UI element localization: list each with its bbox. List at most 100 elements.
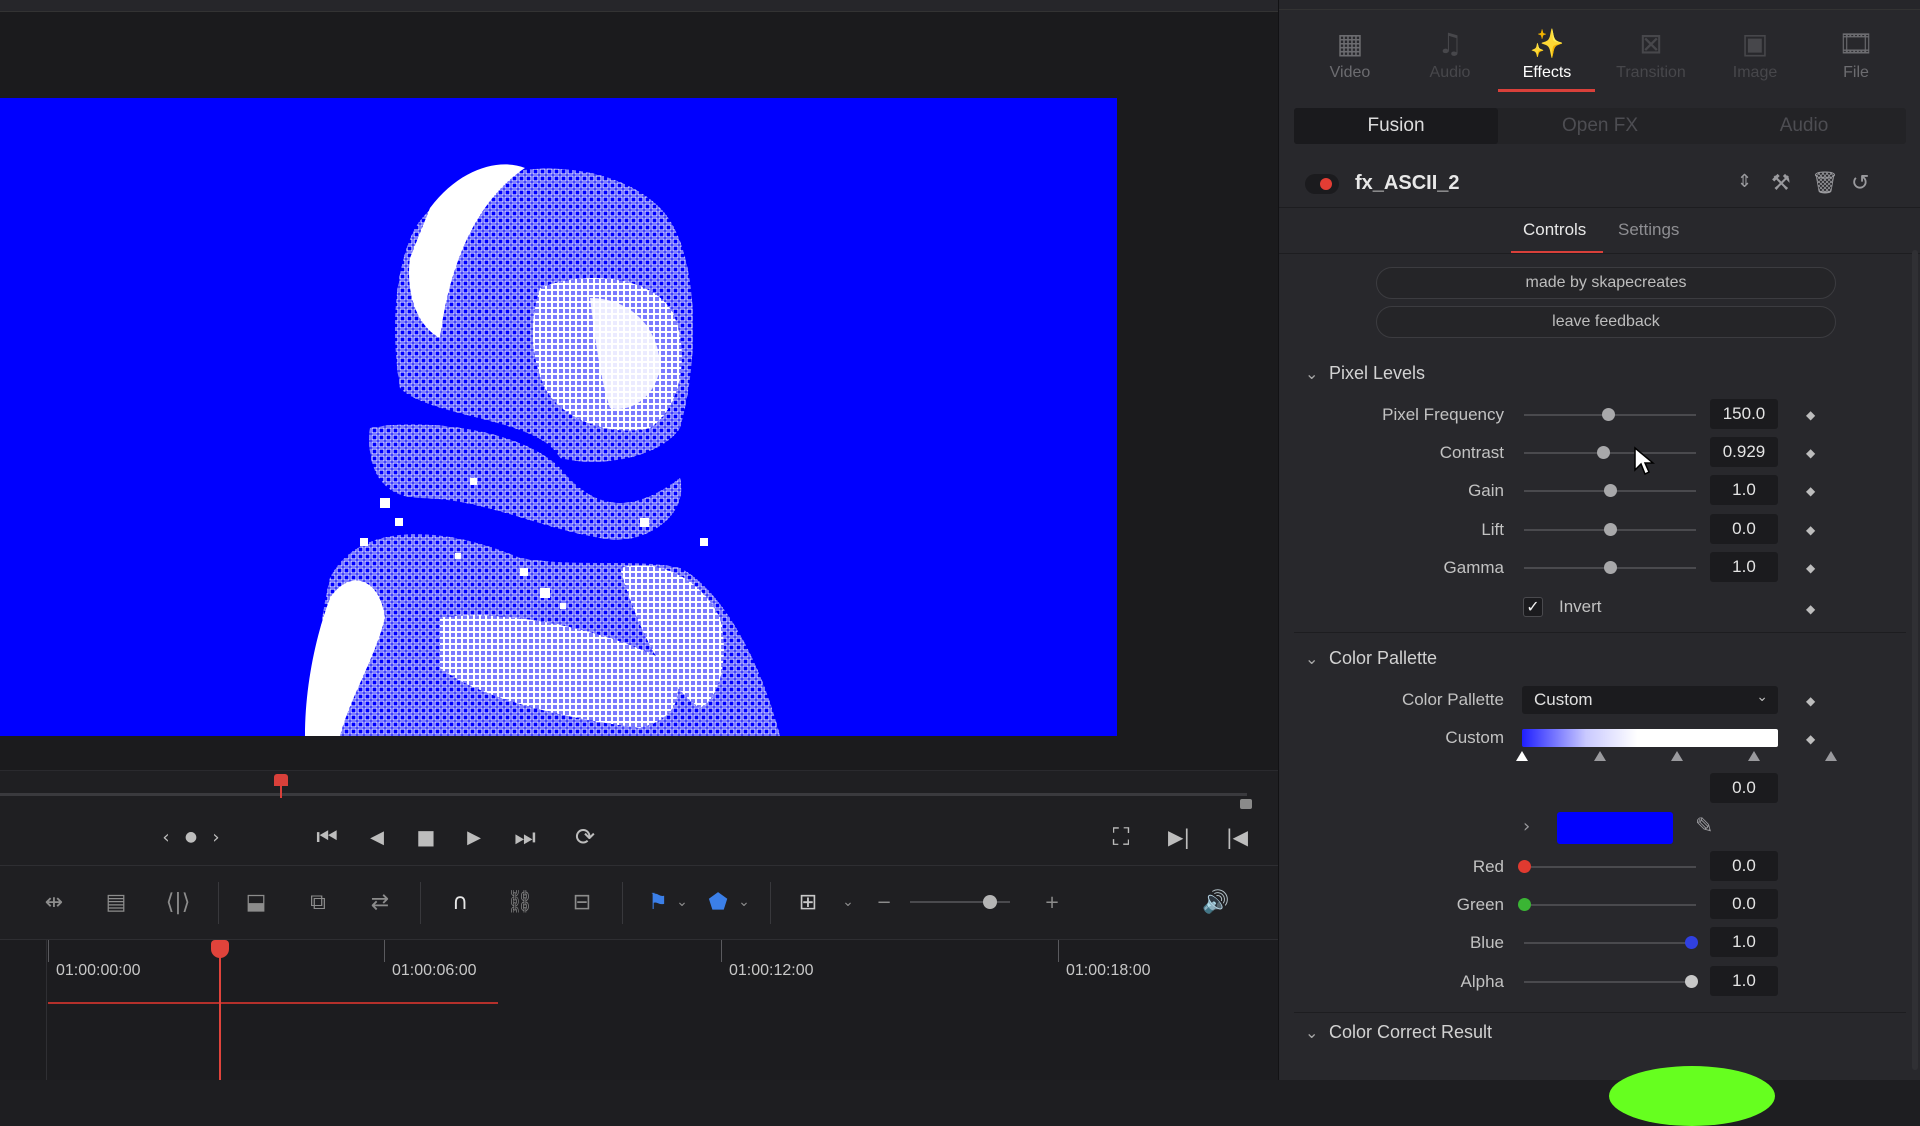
param-slider-handle[interactable] bbox=[1604, 561, 1617, 574]
tab-video[interactable]: ▦ Video bbox=[1300, 24, 1400, 92]
scrubber-playhead[interactable] bbox=[274, 774, 288, 798]
tab-settings[interactable]: Settings bbox=[1618, 220, 1679, 240]
param-value-field[interactable]: 1.0 bbox=[1710, 475, 1778, 505]
fullscreen-icon[interactable]: ⛶ bbox=[1102, 820, 1140, 854]
color-pallette-dropdown[interactable]: Custom ⌄ bbox=[1522, 686, 1778, 714]
keyframe-icon[interactable]: ◆ bbox=[1806, 602, 1815, 616]
viewer-area bbox=[0, 12, 1278, 772]
gradient-stop[interactable] bbox=[1671, 751, 1683, 761]
skip-to-end-icon[interactable]: ⏭ bbox=[506, 820, 544, 854]
timeline-playhead-line[interactable] bbox=[219, 954, 221, 1080]
subtab-fusion[interactable]: Fusion bbox=[1294, 108, 1498, 144]
param-slider-handle[interactable] bbox=[1604, 484, 1617, 497]
channel-slider-handle[interactable] bbox=[1684, 936, 1698, 949]
zoom-slider-handle[interactable] bbox=[983, 895, 997, 909]
param-slider-handle[interactable] bbox=[1604, 523, 1617, 536]
channel-slider[interactable] bbox=[1524, 981, 1696, 983]
nav-next-icon[interactable]: › bbox=[197, 820, 235, 854]
param-value-field[interactable]: 0.929 bbox=[1710, 437, 1778, 467]
keyframe-icon[interactable]: ◆ bbox=[1806, 523, 1815, 537]
skip-to-start-icon[interactable]: ⏮ bbox=[308, 820, 346, 854]
channel-slider[interactable] bbox=[1524, 942, 1696, 944]
tab-controls[interactable]: Controls bbox=[1523, 220, 1586, 240]
section-pixel-levels[interactable]: ⌄ Pixel Levels bbox=[1305, 363, 1425, 384]
slip-icon[interactable]: ⟨|⟩ bbox=[156, 884, 200, 920]
section-color-pallette[interactable]: ⌄ Color Pallette bbox=[1305, 648, 1437, 669]
subtab-audio[interactable]: Audio bbox=[1702, 108, 1906, 144]
invert-checkbox[interactable]: ✓ bbox=[1523, 597, 1543, 617]
gradient-stop[interactable] bbox=[1748, 751, 1760, 761]
zoom-out-icon[interactable]: − bbox=[862, 884, 906, 920]
channel-value-field[interactable]: 0.0 bbox=[1710, 851, 1778, 881]
loop-icon[interactable]: ⟳ bbox=[566, 820, 604, 854]
step-back-icon[interactable]: ◀ bbox=[358, 820, 396, 854]
marker-dropdown-icon[interactable]: ⌄ bbox=[722, 884, 766, 920]
channel-slider-handle[interactable] bbox=[1684, 975, 1698, 988]
tab-effects[interactable]: ✨ Effects bbox=[1497, 24, 1597, 92]
tab-image[interactable]: ▣ Image bbox=[1705, 24, 1805, 92]
timeline[interactable]: 01:00:00:00 01:00:06:00 01:00:12:00 01:0… bbox=[0, 940, 1278, 1080]
gradient-position-field[interactable]: 0.0 bbox=[1710, 773, 1778, 803]
keyframe-icon[interactable]: ◆ bbox=[1806, 694, 1815, 708]
stop-icon[interactable]: ■ bbox=[407, 820, 445, 854]
channel-slider-handle[interactable] bbox=[1518, 860, 1531, 873]
channel-slider[interactable] bbox=[1524, 904, 1696, 906]
gradient-stop[interactable] bbox=[1594, 751, 1606, 761]
tab-audio[interactable]: ♫ Audio bbox=[1400, 24, 1500, 92]
prev-clip-icon[interactable]: |◀ bbox=[1218, 820, 1256, 854]
inspector-scrollbar[interactable] bbox=[1912, 250, 1918, 1070]
zoom-in-icon[interactable]: + bbox=[1030, 884, 1074, 920]
scrubber-end-marker[interactable] bbox=[1240, 799, 1252, 809]
param-value-field[interactable]: 1.0 bbox=[1710, 552, 1778, 582]
param-slider-handle[interactable] bbox=[1597, 446, 1611, 459]
channel-value-field[interactable]: 1.0 bbox=[1710, 927, 1778, 957]
replace-clip-icon[interactable]: ⇄ bbox=[358, 884, 402, 920]
keyframe-icon[interactable]: ◆ bbox=[1806, 732, 1815, 746]
param-value-field[interactable]: 0.0 bbox=[1710, 514, 1778, 544]
param-slider-handle[interactable] bbox=[1602, 408, 1616, 421]
viewer-scrubber[interactable] bbox=[0, 770, 1278, 810]
effect-enable-toggle[interactable] bbox=[1305, 174, 1339, 194]
subtab-openfx[interactable]: Open FX bbox=[1498, 108, 1702, 144]
video-viewer[interactable] bbox=[0, 98, 1117, 736]
timeline-playhead[interactable] bbox=[211, 940, 229, 958]
leave-feedback-button[interactable]: leave feedback bbox=[1376, 306, 1836, 338]
tab-transition[interactable]: ⊠ Transition bbox=[1601, 24, 1701, 92]
reorder-icon[interactable]: ⇕ bbox=[1737, 171, 1752, 192]
trash-icon[interactable]: 🗑 bbox=[1811, 171, 1839, 196]
volume-icon[interactable]: 🔊 bbox=[1194, 884, 1238, 920]
insert-clip-icon[interactable]: ⬓ bbox=[234, 884, 278, 920]
gradient-stop[interactable] bbox=[1825, 751, 1837, 761]
zoom-view-icon[interactable]: ⊞ bbox=[786, 884, 830, 920]
keyframe-icon[interactable]: ◆ bbox=[1806, 484, 1815, 498]
play-icon[interactable]: ▶ bbox=[455, 820, 493, 854]
blade-icon[interactable]: ▤ bbox=[94, 884, 138, 920]
section-color-correct-result[interactable]: ⌄ Color Correct Result bbox=[1305, 1022, 1492, 1043]
chevron-right-icon[interactable]: › bbox=[1523, 816, 1530, 837]
reset-icon[interactable]: ↺ bbox=[1851, 171, 1869, 196]
next-clip-icon[interactable]: ▶| bbox=[1160, 820, 1198, 854]
magic-wand-icon[interactable]: ⚒ bbox=[1771, 171, 1791, 196]
eyedropper-icon[interactable]: ✎ bbox=[1695, 814, 1713, 839]
color-swatch[interactable] bbox=[1557, 812, 1673, 844]
lock-icon[interactable]: ⊟ bbox=[560, 884, 604, 920]
keyframe-icon[interactable]: ◆ bbox=[1806, 446, 1815, 460]
overwrite-clip-icon[interactable]: ⧉ bbox=[296, 884, 340, 920]
made-by-button[interactable]: made by skapecreates bbox=[1376, 267, 1836, 299]
custom-gradient-bar[interactable] bbox=[1522, 729, 1778, 747]
link-icon[interactable]: ⛓ bbox=[498, 884, 542, 920]
snapping-icon[interactable]: ∩ bbox=[438, 884, 482, 920]
gradient-stop[interactable] bbox=[1516, 751, 1528, 761]
tab-file[interactable]: 🎞 File bbox=[1806, 24, 1906, 92]
channel-value-field[interactable]: 1.0 bbox=[1710, 966, 1778, 996]
color-result-preview bbox=[1609, 1066, 1775, 1126]
trim-edit-icon[interactable]: ⇹ bbox=[32, 884, 76, 920]
channel-slider[interactable] bbox=[1524, 866, 1696, 868]
timeline-ruler[interactable]: 01:00:00:00 01:00:06:00 01:00:12:00 01:0… bbox=[48, 940, 1266, 1002]
keyframe-icon[interactable]: ◆ bbox=[1806, 561, 1815, 575]
scrubber-track[interactable] bbox=[0, 793, 1247, 796]
param-value-field[interactable]: 150.0 bbox=[1710, 399, 1778, 429]
keyframe-icon[interactable]: ◆ bbox=[1806, 408, 1815, 422]
channel-slider-handle[interactable] bbox=[1518, 898, 1531, 911]
channel-value-field[interactable]: 0.0 bbox=[1710, 889, 1778, 919]
